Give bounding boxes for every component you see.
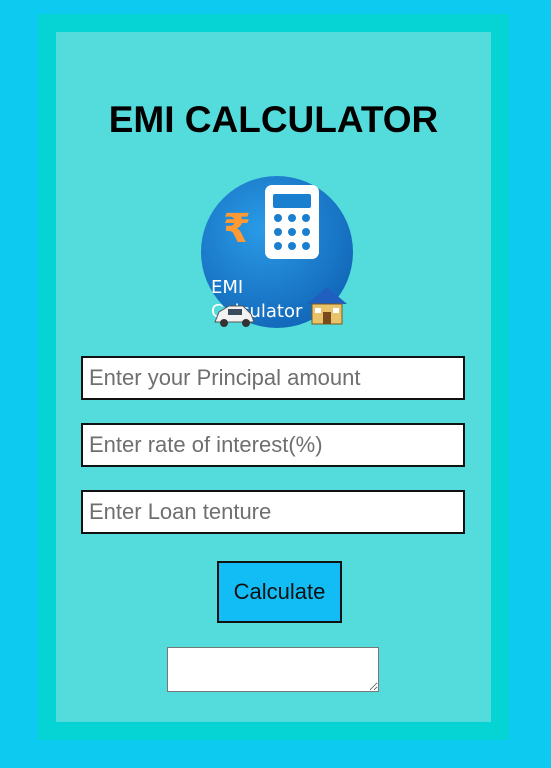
emi-logo: ₹ EMI Calculator xyxy=(199,174,359,334)
emi-logo-graphic: ₹ EMI Calculator xyxy=(201,176,353,328)
result-textarea[interactable] xyxy=(167,647,379,692)
loan-tenure-input[interactable] xyxy=(81,490,465,534)
calculator-icon xyxy=(265,185,319,259)
logo-text-emi: EMI xyxy=(211,277,243,298)
principal-amount-input[interactable] xyxy=(81,356,465,400)
rupee-icon: ₹ xyxy=(223,206,251,252)
interest-rate-input[interactable] xyxy=(81,423,465,467)
page-title: EMI CALCULATOR xyxy=(108,99,439,140)
outer-frame: EMI CALCULATOR ₹ EMI Calculator Enter yo… xyxy=(38,14,509,740)
calculate-button[interactable]: Calculate xyxy=(217,561,342,623)
calculator-card: EMI CALCULATOR ₹ EMI Calculator Enter yo… xyxy=(56,32,491,722)
